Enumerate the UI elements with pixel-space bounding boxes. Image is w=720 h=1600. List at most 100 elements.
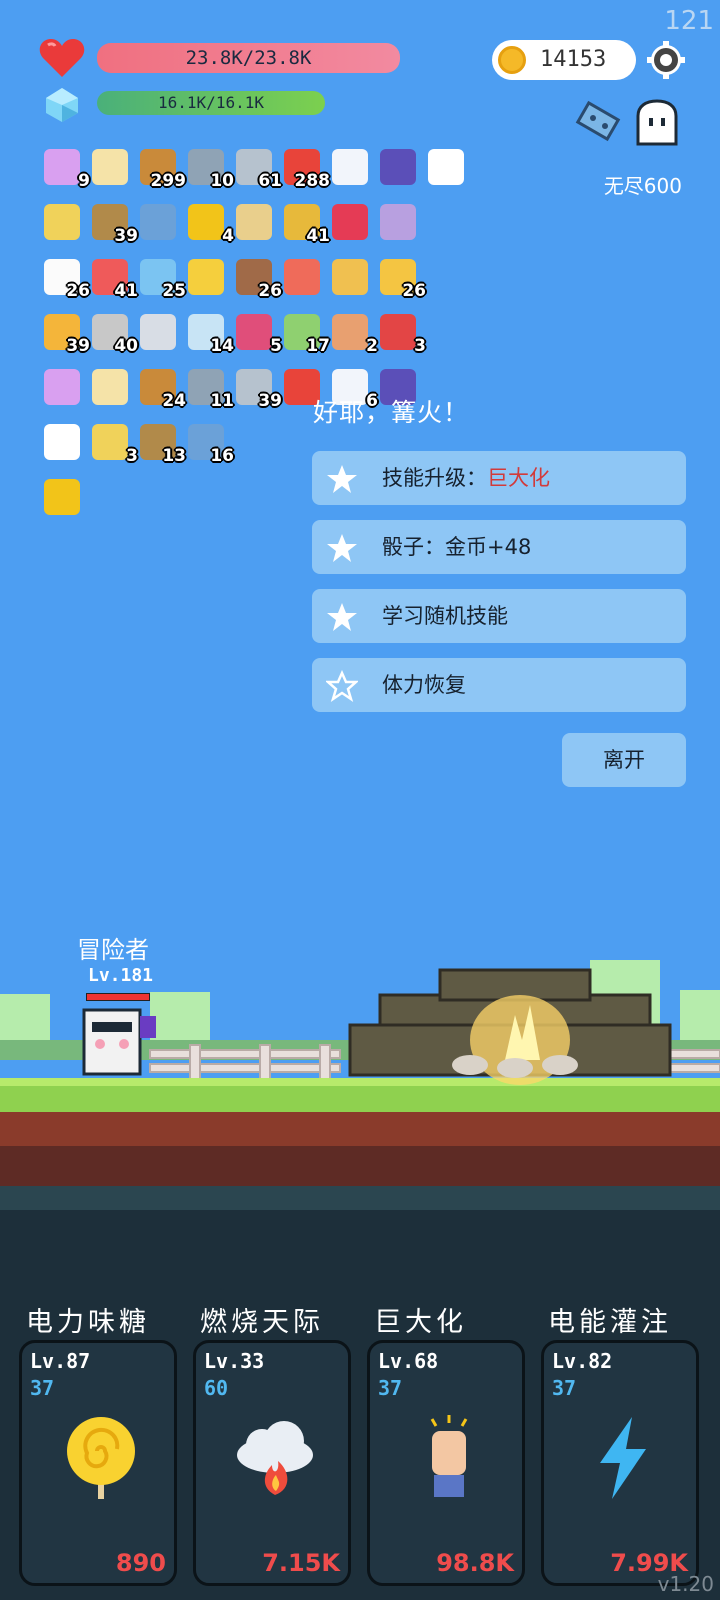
collapse-arrow-icon[interactable]: [424, 145, 468, 189]
item-count: 41: [114, 281, 138, 301]
chat-icon[interactable]: 25: [136, 255, 186, 301]
lightbulb-tile-icon[interactable]: [40, 475, 84, 519]
item-count: 39: [66, 336, 90, 356]
option-skill-upgrade[interactable]: 技能升级：巨大化: [312, 451, 686, 505]
item-glyph: [380, 314, 416, 350]
skill-name-2: 巨大化: [374, 1307, 467, 1338]
flag-bottle-icon[interactable]: 24: [136, 365, 186, 411]
player-hp-bar: [86, 993, 150, 1001]
star-filled-icon: [327, 603, 357, 631]
map-scroll-icon[interactable]: [575, 100, 629, 146]
star-outline-icon: [326, 670, 358, 702]
item-glyph: [332, 314, 368, 350]
scroll-icon[interactable]: [232, 200, 276, 244]
corn-icon[interactable]: 41: [280, 200, 330, 246]
item-glyph: [428, 149, 464, 185]
watermelon-icon[interactable]: 41: [88, 255, 138, 301]
item-glyph: [44, 369, 80, 405]
fire-cloud-icon: [237, 1421, 313, 1495]
inventory-row: 26 41 25 26 26: [40, 255, 480, 310]
player-level: Lv.181: [88, 965, 154, 986]
molecule-icon[interactable]: [136, 200, 180, 244]
potion-flask-icon[interactable]: 17: [280, 310, 330, 356]
shirt-icon[interactable]: 14: [184, 310, 234, 356]
item-glyph: [44, 204, 80, 240]
star-filled-icon: [327, 465, 357, 493]
pineapple-icon[interactable]: 39: [40, 310, 90, 356]
ghost-pet-icon[interactable]: [632, 98, 682, 148]
briefcase-icon[interactable]: 2: [328, 310, 378, 356]
option-label: 学习随机技能: [382, 604, 508, 628]
item-glyph: [188, 259, 224, 295]
option-label: 体力恢复: [382, 673, 466, 697]
sword-icon[interactable]: 61: [232, 145, 282, 191]
item-count: 11: [210, 391, 234, 411]
mp-bar: 16.1K/16.1K: [97, 91, 325, 115]
shield-round-icon[interactable]: 26: [232, 255, 282, 301]
event-title: 好耶，篝火！: [313, 398, 470, 427]
skill-card-power-infusion[interactable]: Lv.82 37 7.99K: [541, 1340, 699, 1586]
wizard-hat-icon[interactable]: [376, 145, 420, 189]
item-glyph: [140, 314, 176, 350]
version-label: v1.20: [657, 1572, 714, 1596]
ice-cream-icon[interactable]: [88, 365, 132, 409]
item-count: 24: [162, 391, 186, 411]
hp-bar: 23.8K/23.8K: [97, 43, 400, 73]
star-filled-icon: [327, 534, 357, 562]
id-card-icon[interactable]: [40, 200, 84, 244]
item-glyph: [332, 149, 368, 185]
inventory-row: 9 299 10 61 288: [40, 145, 480, 200]
option-stamina-restore[interactable]: 体力恢复: [312, 658, 686, 712]
item-count: 25: [162, 281, 186, 301]
item-count: 10: [210, 171, 234, 191]
sunflower-icon[interactable]: 4: [184, 200, 234, 246]
skill-card-lollipop[interactable]: Lv.87 37 890: [19, 1340, 177, 1586]
item-glyph: [44, 479, 80, 515]
skill-name-0: 电力味糖: [26, 1307, 150, 1338]
option-dice-coins[interactable]: 骰子：金币+48: [312, 520, 686, 574]
beads-icon[interactable]: [328, 255, 372, 299]
item-count: 16: [210, 446, 234, 466]
book-icon[interactable]: 299: [136, 145, 186, 191]
daisy-icon[interactable]: 26: [40, 255, 90, 301]
item-count: 17: [306, 336, 330, 356]
compass-icon[interactable]: [136, 310, 180, 354]
capsule-red-icon[interactable]: 13: [136, 420, 186, 466]
coconut-icon[interactable]: [40, 420, 84, 464]
jam-jar-icon[interactable]: 5: [232, 310, 282, 356]
skill-level: Lv.87: [30, 1349, 91, 1373]
capsule-blue-icon[interactable]: 16: [184, 420, 234, 466]
target-icon[interactable]: [40, 365, 84, 409]
dagger-icon[interactable]: 10: [184, 145, 234, 191]
flower-pot-icon[interactable]: 9: [40, 145, 90, 191]
strawberry-icon[interactable]: 3: [88, 420, 138, 466]
crystal-icon: [46, 88, 78, 122]
skill-card-burning-sky[interactable]: Lv.33 60 7.15K: [193, 1340, 351, 1586]
option-learn-skill[interactable]: 学习随机技能: [312, 589, 686, 643]
beer-icon[interactable]: 26: [376, 255, 426, 301]
unicorn-icon[interactable]: [376, 200, 420, 244]
magic-wand-icon[interactable]: [184, 255, 228, 299]
gear-icon[interactable]: [646, 40, 686, 80]
skill-level: Lv.68: [378, 1349, 439, 1373]
skill-level: Lv.82: [552, 1349, 613, 1373]
apple-icon[interactable]: 288: [280, 145, 330, 191]
coin-counter: 14153: [492, 40, 636, 80]
bookmark-icon[interactable]: 3: [376, 310, 426, 356]
leave-button[interactable]: 离开: [562, 733, 686, 787]
arrows-icon[interactable]: 40: [88, 310, 138, 356]
tombstone-icon[interactable]: 39: [232, 365, 282, 411]
skill-cost: 60: [204, 1376, 229, 1400]
item-count: 3: [414, 336, 426, 356]
heat-waves-icon[interactable]: [280, 255, 324, 299]
bow-icon[interactable]: 39: [88, 200, 138, 246]
skill-cost: 37: [30, 1376, 55, 1400]
skill-name-1: 燃烧天际: [200, 1307, 324, 1338]
ruby-icon[interactable]: [328, 200, 372, 244]
item-count: 299: [150, 171, 187, 191]
item-count: 26: [258, 281, 282, 301]
thermometer-icon[interactable]: 11: [184, 365, 234, 411]
skill-card-gigantify[interactable]: Lv.68 37 98.8K: [367, 1340, 525, 1586]
map-note-icon[interactable]: [88, 145, 132, 189]
speech-bubble-icon[interactable]: [328, 145, 372, 189]
